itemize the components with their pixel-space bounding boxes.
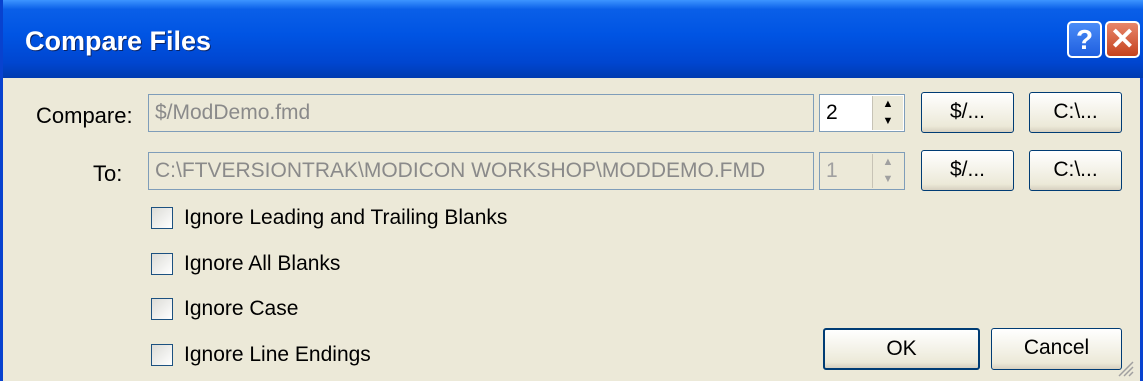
spin-down-icon: ▼ bbox=[882, 173, 894, 185]
compare-local-browse-button[interactable]: C:\... bbox=[1029, 92, 1122, 133]
compare-version-spinner[interactable]: 2 ▲ ▼ bbox=[819, 94, 905, 132]
compare-label: Compare: bbox=[36, 103, 133, 128]
spin-down-icon[interactable]: ▼ bbox=[873, 113, 903, 130]
help-icon[interactable]: ? bbox=[1067, 21, 1102, 58]
spin-up-icon[interactable]: ▲ bbox=[873, 96, 903, 113]
ignore-all-blanks-checkbox[interactable] bbox=[151, 253, 173, 275]
to-path-field[interactable]: C:\FTVERSIONTRAK\MODICON WORKSHOP\MODDEM… bbox=[148, 152, 814, 190]
to-local-browse-button[interactable]: C:\... bbox=[1029, 150, 1122, 191]
compare-vss-browse-button[interactable]: $/... bbox=[921, 92, 1014, 133]
ignore-line-endings-label[interactable]: Ignore Line Endings bbox=[184, 343, 371, 367]
ignore-case-label[interactable]: Ignore Case bbox=[184, 297, 298, 321]
ignore-all-blanks-label[interactable]: Ignore All Blanks bbox=[184, 252, 340, 276]
dialog-title: Compare Files bbox=[25, 26, 212, 56]
to-label: To: bbox=[93, 161, 123, 186]
spinner-arrows: ▲ ▼ bbox=[872, 96, 903, 130]
title-bar[interactable]: Compare Files ? ✕ bbox=[3, 0, 1143, 78]
ignore-case-checkbox[interactable] bbox=[151, 298, 173, 320]
spinner-arrows: ▲ ▼ bbox=[872, 154, 903, 188]
ignore-leading-trailing-checkbox[interactable] bbox=[151, 207, 173, 229]
close-icon[interactable]: ✕ bbox=[1105, 21, 1140, 58]
ok-button[interactable]: OK bbox=[823, 328, 980, 370]
to-version-value: 1 bbox=[826, 159, 838, 182]
ignore-leading-trailing-label[interactable]: Ignore Leading and Trailing Blanks bbox=[184, 206, 507, 230]
spin-up-icon: ▲ bbox=[882, 156, 894, 168]
ignore-line-endings-checkbox[interactable] bbox=[151, 344, 173, 366]
cancel-button[interactable]: Cancel bbox=[991, 328, 1122, 370]
to-version-spinner: 1 ▲ ▼ bbox=[819, 152, 905, 190]
compare-files-dialog: Compare Files ? ✕ Compare: $/ModDemo.fmd… bbox=[0, 0, 1143, 381]
resize-grip-icon[interactable] bbox=[1116, 359, 1134, 377]
to-vss-browse-button[interactable]: $/... bbox=[921, 150, 1014, 191]
compare-version-value: 2 bbox=[826, 101, 838, 124]
compare-path-field[interactable]: $/ModDemo.fmd bbox=[148, 94, 814, 132]
